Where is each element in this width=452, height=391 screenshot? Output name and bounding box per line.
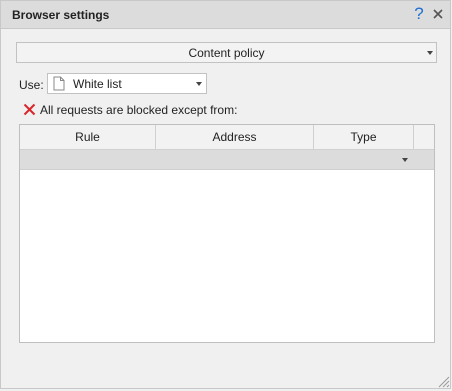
use-select[interactable]: White list [47,73,207,94]
use-select-value: White list [73,77,122,91]
table-header: Rule Address Type [20,125,434,150]
column-header-address[interactable]: Address [156,125,314,149]
title-bar: Browser settings ? [1,1,450,29]
help-icon[interactable]: ? [411,4,427,24]
browser-settings-window: Browser settings ? Content policy Use: W… [0,0,451,389]
close-icon[interactable] [431,6,445,22]
rules-table: Rule Address Type [19,124,435,343]
window-title: Browser settings [12,8,110,22]
resize-grip-icon[interactable] [436,374,450,388]
new-row-editor[interactable] [20,150,434,170]
chevron-down-icon [196,82,202,86]
content-policy-label: Content policy [188,46,265,60]
red-x-icon [23,103,36,116]
use-label: Use: [19,78,44,92]
blocked-status-text: All requests are blocked except from: [40,103,238,117]
chevron-down-icon[interactable] [402,158,408,162]
column-header-rule[interactable]: Rule [20,125,156,149]
document-icon [53,76,65,91]
column-header-type[interactable]: Type [314,125,414,149]
chevron-down-icon [427,51,433,55]
content-policy-dropdown[interactable]: Content policy [16,42,437,63]
